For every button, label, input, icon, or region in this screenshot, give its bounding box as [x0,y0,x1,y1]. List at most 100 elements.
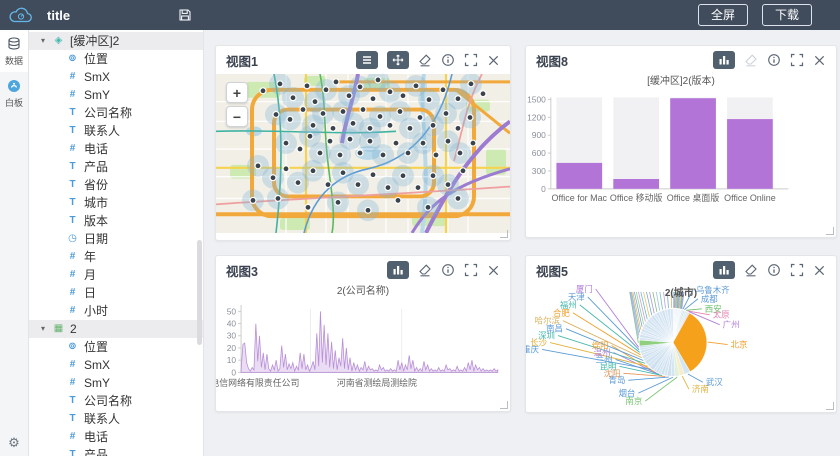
field-node[interactable]: ⊚位置 [29,338,203,356]
expand-button[interactable] [464,263,478,277]
map-zoom-out-button[interactable]: − [226,106,248,127]
card-view1: 视图1+− [215,45,511,241]
svg-text:成都: 成都 [701,294,718,304]
save-button[interactable] [178,8,192,22]
field-node[interactable]: #SmY [29,86,203,104]
field-label: SmY [84,86,110,104]
eraser-button[interactable] [418,53,432,67]
field-node[interactable]: T产品 [29,158,203,176]
eraser-icon [418,53,432,67]
pie-chart-area: 乌鲁木齐成都西安太原广州北京武汉济南南京烟台青岛沈阳昆明兰州温州绵阳重庆长沙深圳… [526,284,836,412]
svg-text:50: 50 [227,306,237,316]
eraser-button[interactable] [744,53,758,67]
field-node[interactable]: #SmY [29,374,203,392]
field-label: 版本 [84,212,108,230]
info-icon [441,53,455,67]
svg-text:0: 0 [541,184,546,194]
field-label: 联系人 [84,410,120,428]
dataset-node[interactable]: ▾◈[缓冲区]2 [29,32,203,50]
field-node[interactable]: #年 [29,248,203,266]
collapse-arrow-icon[interactable]: ▾ [41,320,51,338]
chart-title: [缓冲区]2(版本) [526,74,836,89]
field-node[interactable]: #小时 [29,302,203,320]
eraser-button[interactable] [744,263,758,277]
str-field-icon: T [65,104,80,122]
info-button[interactable] [441,53,455,67]
close-button[interactable] [813,264,826,277]
field-node[interactable]: T产品 [29,446,203,456]
expand-button[interactable] [790,263,804,277]
chart-button[interactable] [713,261,735,279]
field-label: 公司名称 [84,104,132,122]
field-node[interactable]: T城市 [29,194,203,212]
field-node[interactable]: #月 [29,266,203,284]
info-icon [767,263,781,277]
field-node[interactable]: T公司名称 [29,392,203,410]
rail-item-data[interactable]: 数据 [0,30,28,72]
field-node[interactable]: #SmX [29,356,203,374]
field-node[interactable]: #日 [29,284,203,302]
pie-chart-svg: 乌鲁木齐成都西安太原广州北京武汉济南南京烟台青岛沈阳昆明兰州温州绵阳重庆长沙深圳… [526,284,836,413]
field-label: SmX [84,356,110,374]
card-toolbar [713,261,826,279]
expand-button[interactable] [790,53,804,67]
close-button[interactable] [813,54,826,67]
resize-handle[interactable] [826,227,834,235]
chart-button[interactable] [387,261,409,279]
dataset-node[interactable]: ▾▦2 [29,320,203,338]
close-icon [487,264,500,277]
card-toolbar [356,51,500,69]
field-node[interactable]: T省份 [29,176,203,194]
rail-item-whiteboard[interactable]: 白板 [0,72,28,114]
field-node[interactable]: #电话 [29,140,203,158]
field-node[interactable]: T公司名称 [29,104,203,122]
download-button[interactable]: 下载 [762,4,812,26]
field-label: 电话 [84,428,108,446]
info-button[interactable] [767,263,781,277]
field-label: 月 [84,266,96,284]
expand-button[interactable] [464,53,478,67]
info-button[interactable] [767,53,781,67]
info-button[interactable] [441,263,455,277]
field-node[interactable]: ◷日期 [29,230,203,248]
num-field-icon: # [65,428,80,446]
save-icon [178,8,192,22]
field-node[interactable]: T联系人 [29,410,203,428]
resize-handle[interactable] [500,401,508,409]
field-node[interactable]: T联系人 [29,122,203,140]
topbar: title 全屏 下载 [0,0,840,30]
field-node[interactable]: #电话 [29,428,203,446]
eraser-button[interactable] [418,263,432,277]
fullscreen-button[interactable]: 全屏 [698,4,748,26]
pan-icon [392,54,404,66]
svg-text:河南省测绘局测绘院: 河南省测绘局测绘院 [337,377,417,388]
num-field-icon: # [65,374,80,392]
close-button[interactable] [487,264,500,277]
map-canvas[interactable]: +− [216,74,510,233]
str-field-icon: T [65,176,80,194]
field-label: 公司名称 [84,392,132,410]
field-node[interactable]: T版本 [29,212,203,230]
field-label: 城市 [84,194,108,212]
pan-button[interactable] [387,51,409,69]
close-button[interactable] [487,54,500,67]
map-svg [216,74,510,233]
menu-button[interactable] [356,51,378,69]
field-label: 位置 [84,50,108,68]
settings-gear-icon[interactable]: ⚙ [0,435,28,451]
field-node[interactable]: #SmX [29,68,203,86]
resize-handle[interactable] [826,402,834,410]
geo-field-icon: ⊚ [65,338,80,356]
card-header: 视图3 [216,256,510,284]
map-zoom-in-button[interactable]: + [226,82,248,103]
str-field-icon: T [65,194,80,212]
tree-scrollbar-thumb[interactable] [197,240,202,345]
collapse-arrow-icon[interactable]: ▾ [41,32,51,50]
chart-button[interactable] [713,51,735,69]
num-field-icon: # [65,302,80,320]
svg-text:300: 300 [532,166,546,176]
geo-field-icon: ⊚ [65,50,80,68]
resize-handle[interactable] [500,230,508,238]
eraser-icon [744,53,758,67]
field-node[interactable]: ⊚位置 [29,50,203,68]
